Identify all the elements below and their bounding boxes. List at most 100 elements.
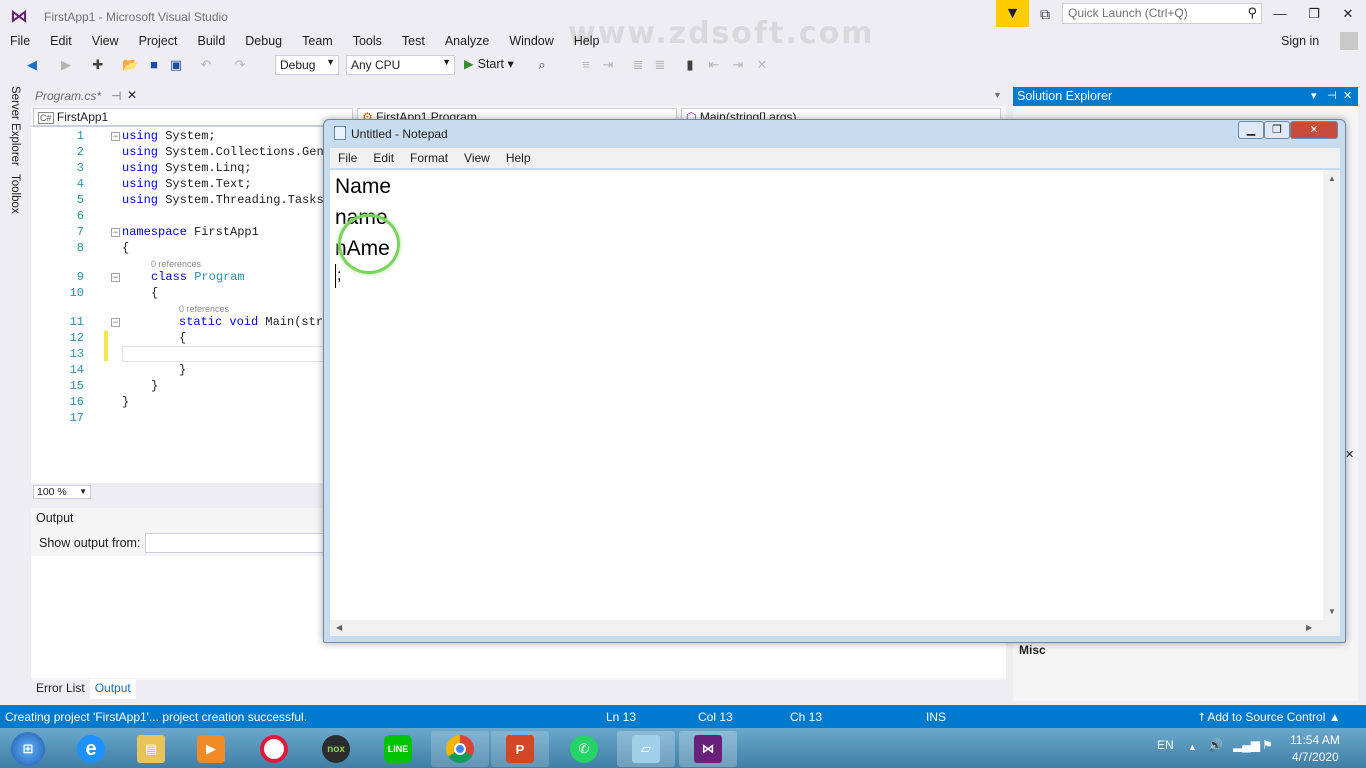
menu-window[interactable]: Window bbox=[499, 32, 563, 52]
menu-project[interactable]: Project bbox=[129, 32, 188, 52]
solution-platform-select[interactable]: Any CPU ▼ bbox=[346, 55, 455, 75]
dropdown-icon[interactable]: ▾ bbox=[1311, 89, 1317, 102]
sign-in-link[interactable]: Sign in bbox=[1281, 34, 1319, 48]
scroll-up-icon[interactable]: ▲ bbox=[1328, 174, 1336, 183]
prev-bookmark-icon[interactable]: ⇤ bbox=[706, 57, 722, 73]
clear-bookmarks-icon[interactable]: ✕ bbox=[754, 57, 770, 73]
menu-debug[interactable]: Debug bbox=[235, 32, 292, 52]
start-button[interactable]: ▶ Start ▾ bbox=[464, 56, 514, 71]
close-icon[interactable]: ✕ bbox=[1345, 448, 1354, 461]
network-icon[interactable]: ▂▄▆ bbox=[1233, 738, 1260, 752]
minimize-button[interactable]: — bbox=[1268, 4, 1292, 24]
back-icon[interactable]: ◀ bbox=[24, 57, 40, 73]
notepad-close-button[interactable]: ✕ bbox=[1290, 121, 1338, 139]
notepad-menu-file[interactable]: File bbox=[330, 148, 365, 168]
opera-icon bbox=[260, 735, 288, 763]
volume-icon[interactable]: 🔊 bbox=[1208, 738, 1223, 752]
notepad-menu-edit[interactable]: Edit bbox=[365, 148, 402, 168]
menu-file[interactable]: File bbox=[0, 32, 40, 52]
menu-tools[interactable]: Tools bbox=[343, 32, 392, 52]
save-all-icon[interactable]: ▣ bbox=[168, 57, 184, 73]
taskbar-internet-explorer[interactable]: e bbox=[62, 731, 120, 767]
menu-test[interactable]: Test bbox=[392, 32, 435, 52]
scroll-down-icon[interactable]: ▼ bbox=[1328, 607, 1336, 616]
comment-icon[interactable]: ≣ bbox=[630, 57, 646, 73]
clock-date[interactable]: 4/7/2020 bbox=[1292, 750, 1339, 764]
show-output-from-select[interactable] bbox=[145, 533, 325, 553]
taskbar-line[interactable]: LINE bbox=[369, 731, 427, 767]
taskbar-chrome[interactable] bbox=[431, 731, 489, 767]
clock-time[interactable]: 11:54 AM bbox=[1290, 733, 1340, 747]
notepad-vertical-scrollbar[interactable]: ▲ ▼ bbox=[1323, 170, 1340, 620]
solution-explorer-title: Solution Explorer bbox=[1017, 89, 1113, 103]
menu-analyze[interactable]: Analyze bbox=[435, 32, 499, 52]
notepad-maximize-button[interactable]: ❐ bbox=[1264, 121, 1290, 139]
action-center-icon[interactable]: ⚑ bbox=[1262, 738, 1273, 752]
notepad-minimize-button[interactable]: ▁ bbox=[1238, 121, 1264, 139]
tab-output[interactable]: Output bbox=[89, 679, 136, 699]
taskbar-powerpoint[interactable]: P bbox=[491, 731, 549, 767]
notepad-menu-view[interactable]: View bbox=[456, 148, 498, 168]
undo-icon[interactable]: ↶ bbox=[198, 57, 214, 73]
redo-icon[interactable]: ↷ bbox=[232, 57, 248, 73]
forward-icon[interactable]: ▶ bbox=[58, 57, 74, 73]
menu-help[interactable]: Help bbox=[564, 32, 610, 52]
taskbar-nox[interactable]: nox bbox=[307, 731, 365, 767]
side-tab-server-explorer[interactable]: Server Explorer bbox=[9, 86, 21, 166]
input-language[interactable]: EN bbox=[1157, 738, 1174, 752]
menu-view[interactable]: View bbox=[82, 32, 129, 52]
find-icon[interactable]: ⌕ bbox=[534, 57, 550, 73]
scroll-right-icon[interactable]: ▶ bbox=[1306, 623, 1312, 632]
taskbar-media-player[interactable]: ▶ bbox=[182, 731, 240, 767]
quick-launch-input[interactable]: Quick Launch (Ctrl+Q) ⚲ bbox=[1062, 3, 1262, 24]
tab-program-cs[interactable]: Program.cs* ⊣ ✕ bbox=[31, 86, 143, 106]
taskbar-whatsapp[interactable]: ✆ bbox=[555, 731, 613, 767]
project-dropdown-value: FirstApp1 bbox=[56, 110, 109, 124]
notepad-horizontal-scrollbar[interactable]: ◀ ▶ bbox=[330, 620, 1340, 636]
taskbar-notepad[interactable]: ▱ bbox=[617, 731, 675, 767]
collapse-icon[interactable]: − bbox=[111, 318, 120, 327]
close-icon[interactable]: ✕ bbox=[1343, 89, 1352, 102]
save-icon[interactable]: ■ bbox=[146, 57, 162, 73]
notepad-menu-format[interactable]: Format bbox=[402, 148, 456, 168]
line-number: 12 bbox=[69, 331, 84, 345]
bookmark-icon[interactable]: ▮ bbox=[682, 57, 698, 73]
indent-icon[interactable]: ⇥ bbox=[600, 57, 616, 73]
taskbar-opera[interactable] bbox=[245, 731, 303, 767]
notepad-menu-help[interactable]: Help bbox=[498, 148, 539, 168]
menu-edit[interactable]: Edit bbox=[40, 32, 82, 52]
account-icon[interactable] bbox=[1340, 32, 1358, 50]
solution-configuration-select[interactable]: Debug ▼ bbox=[275, 55, 339, 75]
taskbar-file-explorer[interactable]: ▤ bbox=[122, 731, 180, 767]
feedback-icon[interactable]: ⧉ bbox=[1036, 5, 1054, 23]
collapse-icon[interactable]: − bbox=[111, 132, 120, 141]
code-line: } bbox=[179, 363, 187, 377]
notification-filter-icon[interactable]: ▼ bbox=[996, 0, 1029, 27]
menu-team[interactable]: Team bbox=[292, 32, 343, 52]
close-button[interactable]: ✕ bbox=[1336, 4, 1360, 24]
maximize-button[interactable]: ❐ bbox=[1302, 4, 1326, 24]
close-tab-icon[interactable]: ✕ bbox=[127, 88, 137, 102]
next-bookmark-icon[interactable]: ⇥ bbox=[730, 57, 746, 73]
show-hidden-icons-icon[interactable]: ▲ bbox=[1188, 742, 1197, 752]
start-button-windows[interactable]: ⊞ bbox=[0, 731, 56, 767]
taskbar-visual-studio[interactable]: ⋈ bbox=[679, 731, 737, 767]
pin-icon[interactable]: ⊣ bbox=[1327, 89, 1337, 102]
align-icon[interactable]: ≡ bbox=[578, 57, 594, 73]
notepad-title-bar[interactable] bbox=[324, 120, 1345, 146]
open-file-icon[interactable]: 📂 bbox=[122, 57, 138, 73]
side-tab-toolbox[interactable]: Toolbox bbox=[9, 174, 21, 214]
tab-overflow-icon[interactable]: ▼ bbox=[993, 90, 1002, 100]
project-dropdown[interactable]: C# FirstApp1 bbox=[33, 108, 353, 126]
menu-build[interactable]: Build bbox=[187, 32, 235, 52]
scroll-left-icon[interactable]: ◀ bbox=[336, 623, 342, 632]
pin-icon[interactable]: ⊣ bbox=[111, 89, 121, 103]
uncomment-icon[interactable]: ≣ bbox=[652, 57, 668, 73]
new-project-icon[interactable]: ✚ bbox=[90, 57, 106, 73]
collapse-icon[interactable]: − bbox=[111, 228, 120, 237]
source-control-button[interactable]: ⭡ Add to Source Control ▲ bbox=[1199, 710, 1341, 725]
notepad-text-area[interactable] bbox=[330, 170, 1323, 620]
collapse-icon[interactable]: − bbox=[111, 273, 120, 282]
zoom-select[interactable]: 100 % ▼ bbox=[33, 485, 91, 499]
tab-error-list[interactable]: Error List bbox=[31, 679, 90, 699]
